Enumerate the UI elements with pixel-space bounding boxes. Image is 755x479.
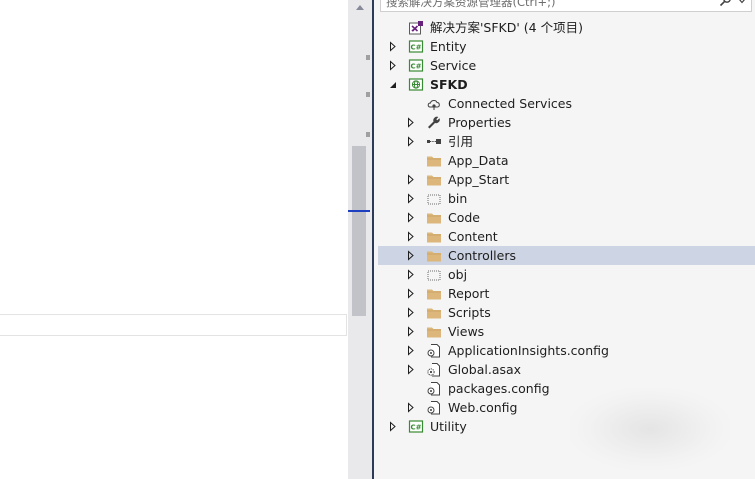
expand-arrow-icon[interactable] (406, 136, 416, 147)
csharp-project-icon: C# (408, 420, 424, 433)
search-icon[interactable] (719, 0, 733, 7)
tree-item[interactable]: Content (378, 227, 755, 246)
editor-horizontal-strip (0, 314, 347, 336)
tree-item-label: Utility (430, 419, 467, 434)
vs-solution-icon (409, 21, 423, 35)
folder-icon (427, 156, 441, 167)
tree-item[interactable]: obj (378, 265, 755, 284)
connected-services-icon (427, 100, 440, 110)
collapse-arrow-icon[interactable] (388, 79, 398, 90)
scrollbar-thumb[interactable] (352, 146, 366, 316)
web-project-icon (408, 78, 424, 91)
tree-item[interactable]: Code (378, 208, 755, 227)
tree-item[interactable]: Connected Services (378, 94, 755, 113)
scrollbar-caret-indicator (348, 210, 370, 212)
csharp-project-icon: C# (408, 59, 424, 72)
watermark-blur (570, 388, 730, 470)
expand-arrow-icon[interactable] (406, 212, 416, 223)
tree-item-label: Service (430, 58, 477, 73)
code-editor-area[interactable] (0, 0, 348, 479)
search-placeholder[interactable]: 搜索解决方案资源管理器(Ctrl+;) (386, 0, 555, 9)
expand-arrow-icon[interactable] (406, 364, 416, 375)
wrench-icon (428, 116, 440, 129)
tree-item-label: App_Start (448, 172, 510, 187)
tree-item-label: packages.config (448, 381, 550, 396)
expand-arrow-icon[interactable] (406, 250, 416, 261)
folder-icon (427, 327, 441, 338)
expand-arrow-icon[interactable] (406, 307, 416, 318)
expand-arrow-icon[interactable] (406, 326, 416, 337)
tree-item[interactable]: ApplicationInsights.config (378, 341, 755, 360)
expand-arrow-icon[interactable] (388, 60, 398, 71)
tree-item-label: Views (448, 324, 485, 339)
tree-item[interactable]: C# Service (378, 56, 755, 75)
tree-item-label: Web.config (448, 400, 518, 415)
tree-item[interactable]: bin (378, 189, 755, 208)
tree-item-label: App_Data (448, 153, 509, 168)
tree-item-label: ApplicationInsights.config (448, 343, 609, 358)
config-file-icon (427, 382, 440, 396)
tree-item[interactable]: Global.asax (378, 360, 755, 379)
folder-icon (427, 232, 441, 243)
tree-item-label: Scripts (448, 305, 491, 320)
dotted-folder-icon (427, 194, 441, 205)
tree-item-label: obj (448, 267, 468, 282)
expand-arrow-icon[interactable] (388, 421, 398, 432)
tree-item[interactable]: App_Data (378, 151, 755, 170)
tree-item-label: Code (448, 210, 481, 225)
expand-arrow-icon[interactable] (406, 345, 416, 356)
tree-item-label: Global.asax (448, 362, 522, 377)
scrollbar-marker (366, 92, 370, 97)
expand-arrow-icon[interactable] (406, 231, 416, 242)
tree-item[interactable]: Report (378, 284, 755, 303)
folder-icon (427, 289, 441, 300)
tree-item-label: bin (448, 191, 468, 206)
tree-item-label: Content (448, 229, 498, 244)
tree-item[interactable]: C# Entity (378, 37, 755, 56)
solution-search-box[interactable]: 搜索解决方案资源管理器(Ctrl+;) (380, 0, 752, 12)
search-options-chevron-icon[interactable] (737, 0, 747, 7)
expand-arrow-icon[interactable] (406, 269, 416, 280)
tree-item-label: SFKD (430, 77, 468, 92)
config-file-icon (427, 344, 440, 358)
folder-icon (427, 251, 441, 262)
expand-arrow-icon[interactable] (406, 288, 416, 299)
tree-item-label: Controllers (448, 248, 516, 263)
expand-arrow-icon[interactable] (388, 41, 398, 52)
expand-arrow-icon[interactable] (406, 193, 416, 204)
tree-item[interactable]: Properties (378, 113, 755, 132)
csharp-project-icon: C# (408, 40, 424, 53)
scroll-up-arrow-icon[interactable] (352, 0, 368, 14)
svg-text:C#: C# (410, 424, 421, 432)
tree-item-label: Report (448, 286, 490, 301)
folder-icon (427, 308, 441, 319)
tree-item[interactable]: 解决方案'SFKD' (4 个项目) (378, 18, 755, 37)
svg-text:C#: C# (410, 63, 421, 71)
tree-item[interactable]: Scripts (378, 303, 755, 322)
tree-item-label: 引用 (448, 134, 474, 149)
tree-item-label: Entity (430, 39, 467, 54)
tree-item[interactable]: Views (378, 322, 755, 341)
folder-icon (427, 175, 441, 186)
folder-icon (427, 213, 441, 224)
tree-item-label: Properties (448, 115, 512, 130)
expand-arrow-icon[interactable] (406, 402, 416, 413)
gear-file-icon (427, 363, 440, 377)
tree-item[interactable]: Controllers (378, 246, 755, 265)
tree-item[interactable]: App_Start (378, 170, 755, 189)
tree-item-label: 解决方案'SFKD' (4 个项目) (430, 20, 583, 35)
dotted-folder-icon (427, 270, 441, 281)
svg-text:C#: C# (410, 44, 421, 52)
config-file-icon (427, 401, 440, 415)
tree-item-label: Connected Services (448, 96, 572, 111)
tree-item[interactable]: 引用 (378, 132, 755, 151)
references-icon (427, 139, 441, 144)
scrollbar-marker (366, 132, 370, 137)
expand-arrow-icon[interactable] (406, 117, 416, 128)
expand-arrow-icon[interactable] (406, 174, 416, 185)
scrollbar-marker (366, 55, 370, 60)
tree-item[interactable]: SFKD (378, 75, 755, 94)
editor-vertical-scrollbar[interactable] (348, 0, 372, 479)
